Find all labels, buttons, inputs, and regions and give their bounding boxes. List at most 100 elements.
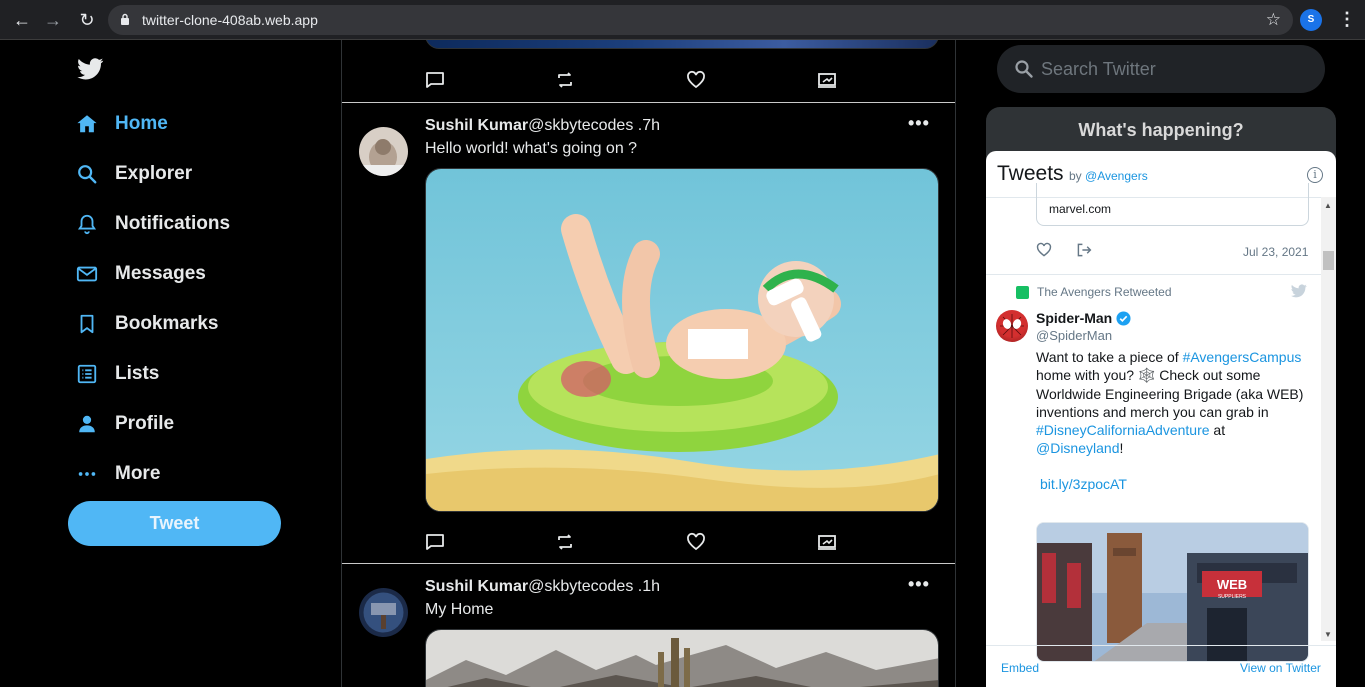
browser-profile-avatar[interactable]: S xyxy=(1300,9,1322,31)
mail-icon xyxy=(76,266,98,282)
widget-byline: by @Avengers xyxy=(1069,169,1148,183)
retweet-icon[interactable] xyxy=(555,70,575,90)
sidebar-item-label: Notifications xyxy=(115,213,231,234)
tweet-date[interactable]: Jul 23, 2021 xyxy=(1243,245,1308,259)
post-author-name[interactable]: Sushil Kumar xyxy=(425,117,528,134)
verified-badge-icon xyxy=(1116,310,1131,326)
bell-icon xyxy=(77,214,97,235)
avatar[interactable] xyxy=(359,127,408,176)
tweet-button[interactable]: Tweet xyxy=(68,501,281,546)
post-image[interactable] xyxy=(425,168,939,512)
embed-link[interactable]: Embed xyxy=(1001,661,1039,675)
home-icon xyxy=(77,115,97,133)
sidebar-item-more[interactable]: More xyxy=(76,459,160,489)
retweet-label: The Avengers Retweeted xyxy=(1037,285,1172,299)
post-author-handle: @skbytecodes .1h xyxy=(528,578,661,595)
sidebar: Home Explorer Notifications Messages Boo… xyxy=(0,40,341,687)
link-card[interactable]: marvel.com xyxy=(1036,183,1309,226)
post-text: Hello world! what's going on ? xyxy=(425,140,638,157)
sidebar-item-explorer[interactable]: Explorer xyxy=(76,159,192,189)
card-domain: marvel.com xyxy=(1049,202,1112,216)
author-name[interactable]: Spider-Man xyxy=(1036,310,1112,326)
browser-toolbar: ← → ↻ twitter-clone-408ab.web.app ☆ S ⋮ xyxy=(0,0,1365,40)
post-menu-icon[interactable]: ••• xyxy=(908,574,930,595)
widget-footer: Embed View on Twitter xyxy=(986,645,1336,687)
list-icon xyxy=(77,364,97,384)
heart-icon[interactable] xyxy=(686,70,706,90)
sidebar-item-home[interactable]: Home xyxy=(76,109,168,139)
post-divider xyxy=(342,563,955,564)
retweet-context: The Avengers Retweeted xyxy=(1016,285,1172,299)
sidebar-item-messages[interactable]: Messages xyxy=(76,259,206,289)
post-author-name[interactable]: Sushil Kumar xyxy=(425,578,528,595)
more-icon xyxy=(78,472,96,476)
share-icon[interactable] xyxy=(1076,242,1092,258)
sidebar-item-label: Bookmarks xyxy=(115,313,219,334)
twitter-bird-icon[interactable] xyxy=(1291,284,1307,298)
post-image[interactable] xyxy=(425,629,939,687)
sidebar-item-notifications[interactable]: Notifications xyxy=(76,209,230,239)
post-actions xyxy=(425,70,845,90)
tweet-text: Want to take a piece of #AvengersCampus … xyxy=(1036,349,1304,457)
post-header: Sushil Kumar@skbytecodes .7h xyxy=(425,117,660,135)
sidebar-item-label: Messages xyxy=(115,263,206,284)
scroll-up-icon[interactable]: ▲ xyxy=(1324,201,1332,210)
search-icon xyxy=(1015,60,1033,78)
post-text: My Home xyxy=(425,601,494,618)
back-arrow-icon[interactable]: ← xyxy=(12,10,32,30)
share-icon[interactable] xyxy=(817,532,837,552)
hashtag-link[interactable]: #AvengersCampus xyxy=(1183,349,1302,365)
reload-icon[interactable]: ↻ xyxy=(77,10,97,30)
lock-icon xyxy=(121,13,129,25)
post-menu-icon[interactable]: ••• xyxy=(908,113,930,134)
search-bar xyxy=(997,45,1325,93)
sign-text: WEB xyxy=(1217,577,1247,592)
forward-arrow-icon[interactable]: → xyxy=(43,10,63,30)
heart-icon[interactable] xyxy=(1036,242,1052,258)
search-input[interactable] xyxy=(1041,55,1311,83)
post-actions xyxy=(425,532,845,552)
bookmark-star-icon[interactable]: ☆ xyxy=(1266,10,1281,30)
sidebar-item-profile[interactable]: Profile xyxy=(76,409,174,439)
twitter-logo-icon[interactable] xyxy=(77,58,104,80)
url-text[interactable]: twitter-clone-408ab.web.app xyxy=(142,12,318,28)
browser-menu-icon[interactable]: ⋮ xyxy=(1338,9,1356,30)
widget-account-link[interactable]: @Avengers xyxy=(1085,169,1148,183)
sidebar-item-lists[interactable]: Lists xyxy=(76,359,159,389)
address-bar[interactable]: twitter-clone-408ab.web.app ☆ xyxy=(108,5,1293,35)
post-divider xyxy=(342,102,955,103)
avatar[interactable] xyxy=(359,588,408,637)
avatar[interactable] xyxy=(996,310,1028,342)
sidebar-item-label: More xyxy=(115,463,161,484)
hashtag-link[interactable]: #DisneyCaliforniaAdventure xyxy=(1036,422,1210,438)
author-handle[interactable]: @SpiderMan xyxy=(1036,328,1112,343)
tweet-url-link[interactable]: bit.ly/3zpocAT xyxy=(1040,476,1127,492)
tweet-author[interactable]: Spider-Man xyxy=(1036,310,1131,326)
share-icon[interactable] xyxy=(817,70,837,90)
scrollbar-thumb[interactable] xyxy=(1323,251,1334,270)
mention-link[interactable]: @Disneyland xyxy=(1036,440,1119,456)
twitter-timeline-widget: Tweets by @Avengers i marvel.com Jul 23,… xyxy=(986,151,1336,687)
widget-divider xyxy=(986,274,1321,275)
comment-icon[interactable] xyxy=(425,532,445,552)
bookmark-icon xyxy=(80,314,94,334)
sidebar-item-label: Lists xyxy=(115,363,160,384)
scroll-down-icon[interactable]: ▼ xyxy=(1324,630,1332,639)
retweet-icon xyxy=(1016,285,1029,299)
view-on-twitter-link[interactable]: View on Twitter xyxy=(1240,661,1321,675)
tweet-media-image[interactable]: WEB SUPPLIERS xyxy=(1036,522,1309,662)
feed: Sushil Kumar@skbytecodes .7h ••• Hello w… xyxy=(341,40,956,687)
sign-subtext: SUPPLIERS xyxy=(1218,594,1247,600)
info-icon[interactable]: i xyxy=(1307,167,1323,183)
heart-icon[interactable] xyxy=(686,532,706,552)
comment-icon[interactable] xyxy=(425,70,445,90)
panel-title: What's happening? xyxy=(1078,120,1244,140)
sidebar-item-label: Home xyxy=(115,113,168,134)
sidebar-item-label: Explorer xyxy=(115,163,193,184)
sidebar-item-label: Profile xyxy=(115,413,175,434)
post-header: Sushil Kumar@skbytecodes .1h xyxy=(425,578,660,596)
post-image[interactable] xyxy=(425,40,939,49)
retweet-icon[interactable] xyxy=(555,532,575,552)
sidebar-item-bookmarks[interactable]: Bookmarks xyxy=(76,309,219,339)
person-icon xyxy=(79,415,95,433)
